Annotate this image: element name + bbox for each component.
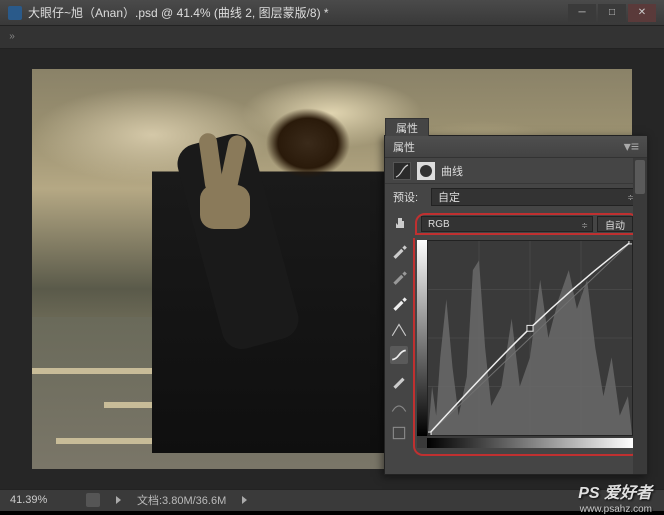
input-gradient bbox=[427, 438, 633, 448]
auto-button[interactable]: 自动 bbox=[597, 216, 633, 232]
watermark-url: www.psahz.com bbox=[580, 504, 652, 515]
eyedropper-gray-icon[interactable] bbox=[390, 268, 408, 286]
preset-value: 自定 bbox=[438, 189, 460, 205]
curves-graph[interactable] bbox=[417, 240, 633, 448]
close-button[interactable]: ✕ bbox=[628, 4, 656, 22]
tab-bar: » bbox=[0, 26, 664, 48]
panel-tab-properties[interactable]: 属性 bbox=[385, 118, 429, 136]
edit-points-icon[interactable] bbox=[390, 320, 408, 338]
zoom-display[interactable]: 41.39% bbox=[10, 494, 70, 506]
curve-tool-icon[interactable] bbox=[390, 346, 408, 364]
minimize-button[interactable]: ─ bbox=[568, 4, 596, 22]
clip-icon[interactable] bbox=[390, 424, 408, 442]
status-bar: 41.39% 文档:3.80M/36.6M bbox=[0, 489, 664, 511]
adjustment-type-row: 曲线 bbox=[385, 158, 647, 184]
document-info: 文档:3.80M/36.6M bbox=[137, 492, 226, 508]
pencil-tool-icon[interactable] bbox=[390, 372, 408, 390]
curves-tool-column bbox=[385, 238, 413, 456]
smooth-icon[interactable] bbox=[390, 398, 408, 416]
tab-expand-button[interactable]: » bbox=[4, 29, 20, 45]
channel-value: RGB bbox=[428, 219, 450, 230]
title-bar: 大眼仔~旭（Anan）.psd @ 41.4% (曲线 2, 图层蒙版/8) *… bbox=[0, 0, 664, 26]
maximize-button[interactable]: □ bbox=[598, 4, 626, 22]
statusbar-caret-icon[interactable] bbox=[242, 496, 247, 504]
output-gradient bbox=[417, 240, 427, 436]
mask-icon[interactable] bbox=[417, 162, 435, 180]
statusbar-caret-icon[interactable] bbox=[116, 496, 121, 504]
adjustment-type-label: 曲线 bbox=[441, 163, 463, 179]
zoom-icon[interactable] bbox=[86, 493, 100, 507]
targeted-adjust-icon[interactable] bbox=[393, 216, 409, 232]
panel-title: 属性 bbox=[393, 139, 624, 155]
channel-dropdown[interactable]: RGB ≑ bbox=[421, 216, 593, 232]
preset-dropdown[interactable]: 自定 ≑ bbox=[431, 188, 639, 206]
panel-header: 属性 ▾≡ bbox=[385, 136, 647, 158]
curves-icon[interactable] bbox=[393, 162, 411, 180]
preset-label: 预设: bbox=[393, 189, 425, 205]
eyedropper-white-icon[interactable] bbox=[390, 294, 408, 312]
properties-panel: 属性 属性 ▾≡ 曲线 预设: 自定 ≑ RGB ≑ 自动 bbox=[384, 135, 648, 475]
chevron-down-icon: ≑ bbox=[581, 221, 588, 230]
panel-scrollbar[interactable] bbox=[633, 158, 647, 474]
panel-menu-button[interactable]: ▾≡ bbox=[624, 138, 639, 155]
app-icon bbox=[8, 6, 22, 20]
eyedropper-black-icon[interactable] bbox=[390, 242, 408, 260]
document-title: 大眼仔~旭（Anan）.psd @ 41.4% (曲线 2, 图层蒙版/8) * bbox=[28, 4, 568, 21]
preset-row: 预设: 自定 ≑ bbox=[385, 184, 647, 210]
watermark-text: PS 爱好者 bbox=[578, 479, 652, 503]
channel-row: RGB ≑ 自动 bbox=[385, 210, 647, 238]
